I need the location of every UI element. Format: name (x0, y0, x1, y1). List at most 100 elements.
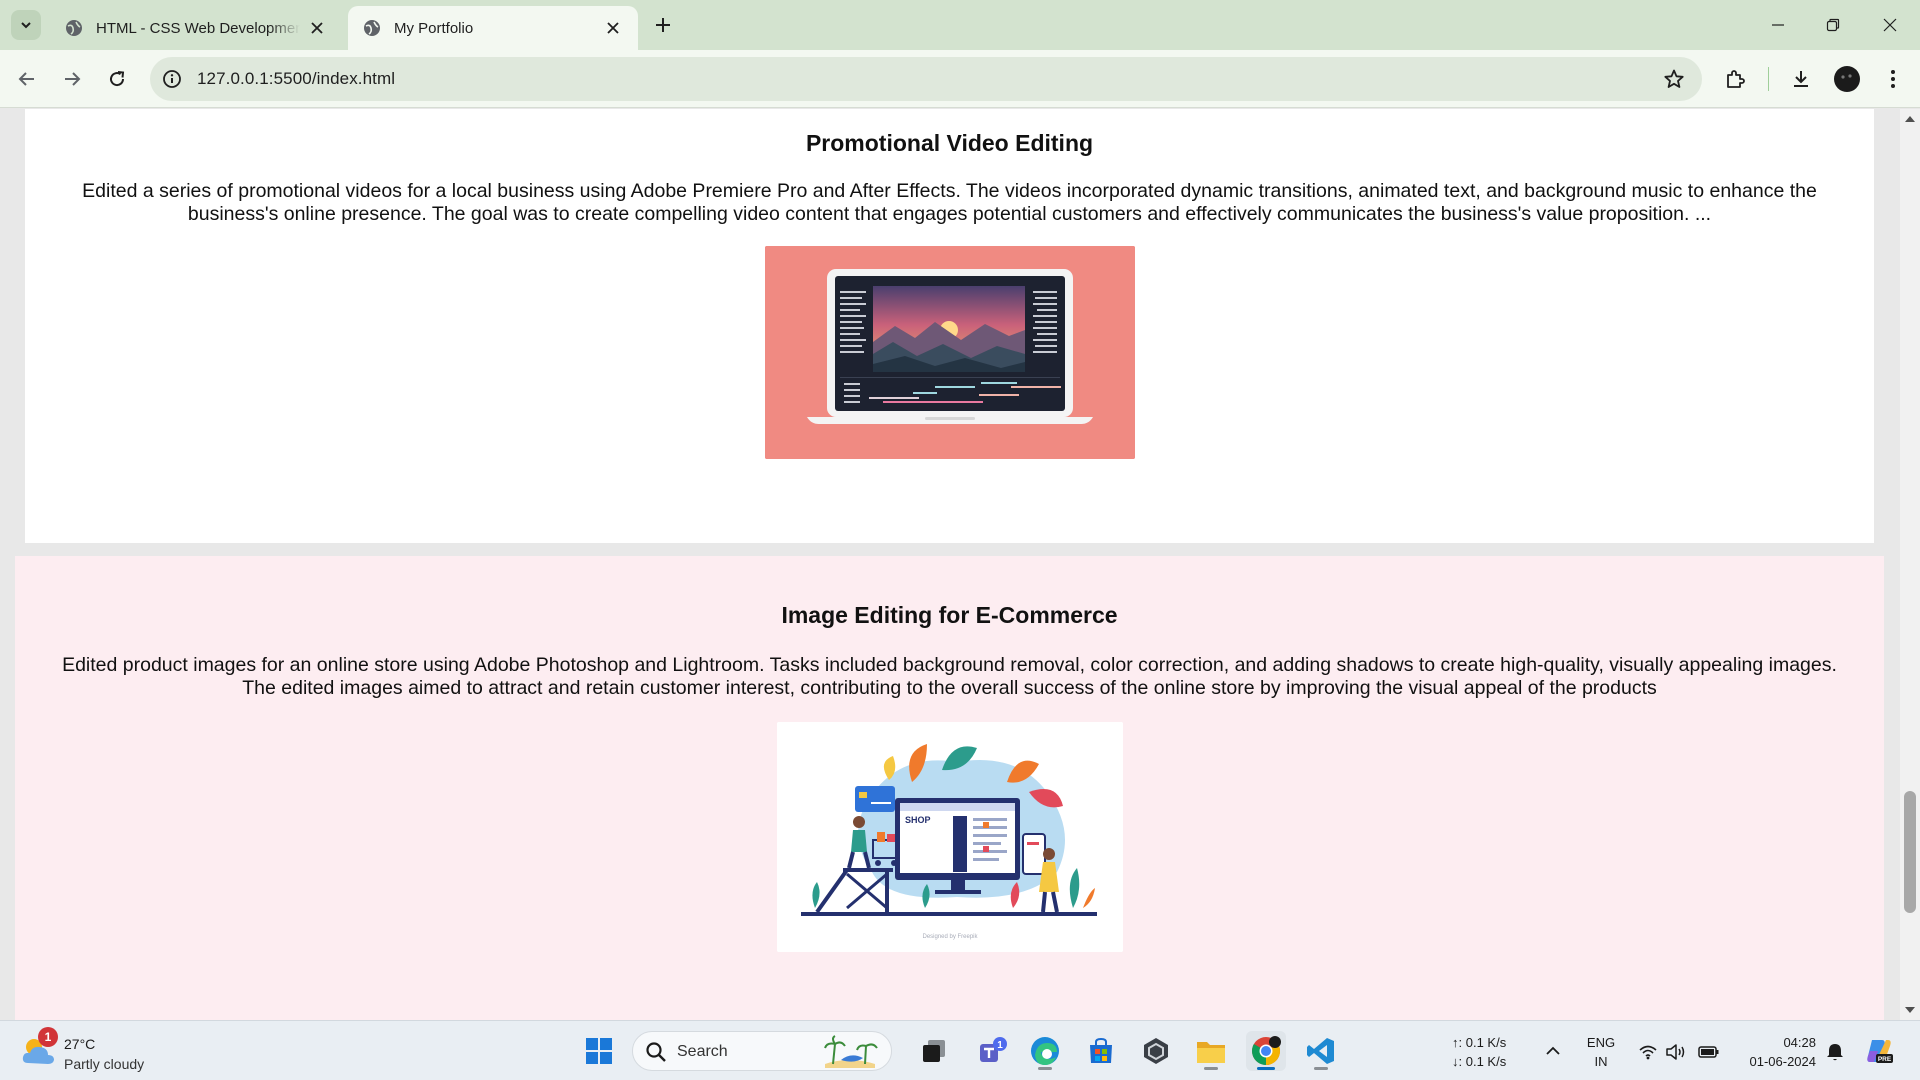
avatar (1834, 66, 1860, 92)
taskbar-search[interactable]: Search (632, 1031, 892, 1071)
globe-icon (364, 20, 380, 36)
address-bar[interactable]: 127.0.0.1:5500/index.html (150, 57, 1702, 101)
store-button[interactable] (1081, 1031, 1121, 1071)
project-card-image-editing: Image Editing for E-Commerce Edited prod… (15, 556, 1884, 1020)
arrow-right-icon (65, 72, 81, 86)
search-icon (646, 1042, 666, 1062)
extensions-button[interactable] (1718, 62, 1752, 96)
weather-temperature: 27°C (64, 1036, 96, 1052)
teams-badge: 1 (997, 1040, 1003, 1051)
system-clock[interactable]: 04:28 01-06-2024 (1732, 1033, 1817, 1071)
search-highlight-icon (824, 1035, 878, 1068)
new-tab-button[interactable] (650, 12, 676, 38)
vscode-icon (1307, 1038, 1334, 1064)
preview-badge: PRE (1878, 1056, 1892, 1063)
cube-app-icon (1144, 1038, 1168, 1064)
browser-tab-bar: HTML - CSS Web Development My Portfolio (0, 0, 1920, 50)
close-window-button[interactable] (1870, 8, 1910, 42)
task-view-button[interactable] (914, 1031, 954, 1071)
project-description: Edited product images for an online stor… (62, 654, 1837, 699)
input-language-indicator[interactable]: ENG IN (1584, 1033, 1618, 1071)
page-scrollbar[interactable] (1900, 109, 1920, 1020)
tab-html-css[interactable]: HTML - CSS Web Development (50, 6, 342, 50)
teams-button[interactable]: 1 (972, 1031, 1012, 1071)
profile-button[interactable] (1830, 62, 1864, 96)
chrome-icon (1252, 1036, 1281, 1065)
start-button[interactable] (579, 1031, 619, 1071)
project-title: Image Editing for E-Commerce (781, 602, 1118, 628)
language-code: ENG (1586, 1035, 1616, 1050)
clock-time: 04:28 (1783, 1035, 1816, 1050)
minimize-icon (1772, 24, 1784, 26)
plus-icon (656, 18, 670, 32)
copilot-icon: PRE (1867, 1040, 1893, 1063)
notification-bell-icon[interactable] (1823, 1041, 1847, 1063)
close-icon (1883, 18, 1897, 32)
tab-my-portfolio[interactable]: My Portfolio (348, 6, 638, 50)
image-credit: Designed by Freepik (922, 934, 978, 940)
edge-icon (1031, 1037, 1059, 1065)
bookmark-star-icon[interactable] (1662, 67, 1686, 91)
windows-logo-icon (586, 1038, 612, 1064)
project-title: Promotional Video Editing (805, 130, 1094, 156)
chevron-up-icon (1546, 1046, 1560, 1055)
weather-alert-badge: 1 (38, 1027, 58, 1047)
windows-taskbar: 1 27°C Partly cloudy Search 1 ↑: 0.1 K/s… (0, 1020, 1920, 1080)
region-code: IN (1594, 1054, 1608, 1069)
upload-speed: ↑: 0.1 K/s (1452, 1035, 1507, 1050)
shop-sign-text: SHOP (905, 815, 931, 825)
browser-toolbar: 127.0.0.1:5500/index.html (0, 50, 1920, 108)
chrome-menu-button[interactable] (1876, 62, 1910, 96)
weather-widget[interactable]: 1 27°C Partly cloudy (20, 1027, 190, 1075)
more-vertical-icon (1891, 70, 1895, 88)
edge-button[interactable] (1025, 1031, 1065, 1071)
weather-description: Partly cloudy (64, 1056, 145, 1072)
copilot-button[interactable]: PRE (1864, 1037, 1894, 1065)
scrollbar-thumb[interactable] (1904, 791, 1916, 913)
restore-button[interactable] (1813, 8, 1853, 42)
battery-icon[interactable] (1697, 1041, 1721, 1063)
downloads-button[interactable] (1784, 62, 1818, 96)
volume-icon[interactable] (1664, 1041, 1688, 1063)
puzzle-icon (1727, 70, 1745, 88)
project-description: Edited a series of promotional videos fo… (82, 180, 1817, 225)
online-shop-image: SHOP Designed by Freepik (776, 722, 1123, 952)
download-icon (1794, 71, 1808, 87)
show-hidden-icons-button[interactable] (1538, 1041, 1568, 1061)
site-info-icon[interactable] (160, 67, 184, 91)
back-button[interactable] (10, 62, 44, 96)
microsoft-store-icon (1090, 1037, 1112, 1063)
unity-button[interactable] (1136, 1031, 1176, 1071)
clock-date: 01-06-2024 (1749, 1054, 1817, 1069)
restore-icon (1826, 18, 1840, 32)
chrome-button[interactable] (1246, 1031, 1286, 1071)
teams-icon: 1 (980, 1037, 1007, 1062)
forward-button[interactable] (55, 62, 89, 96)
close-tab-icon[interactable] (306, 17, 328, 39)
page-viewport: Promotional Video Editing Edited a serie… (0, 109, 1900, 1020)
vscode-button[interactable] (1301, 1031, 1341, 1071)
tab-title: HTML - CSS Web Development (96, 19, 300, 37)
laptop-video-editor-image (764, 246, 1135, 459)
reload-button[interactable] (100, 62, 134, 96)
globe-icon (66, 20, 82, 36)
task-view-icon (923, 1040, 945, 1062)
url-text: 127.0.0.1:5500/index.html (197, 69, 396, 88)
folder-icon (1197, 1042, 1225, 1063)
toolbar-separator (1768, 67, 1769, 91)
chevron-down-icon (21, 22, 31, 29)
scroll-up-arrow-icon[interactable] (1900, 111, 1920, 127)
tab-search-button[interactable] (11, 10, 41, 40)
tab-title: My Portfolio (394, 19, 474, 37)
reload-icon (110, 71, 125, 87)
running-indicator (1038, 1067, 1052, 1070)
search-placeholder: Search (677, 1043, 728, 1060)
wifi-icon[interactable] (1636, 1041, 1660, 1063)
running-indicator (1204, 1067, 1218, 1070)
active-indicator (1257, 1067, 1275, 1070)
file-explorer-button[interactable] (1191, 1031, 1231, 1071)
scroll-down-arrow-icon[interactable] (1900, 1002, 1920, 1018)
minimize-button[interactable] (1758, 8, 1798, 42)
arrow-left-icon (18, 72, 34, 86)
close-tab-icon[interactable] (602, 17, 624, 39)
